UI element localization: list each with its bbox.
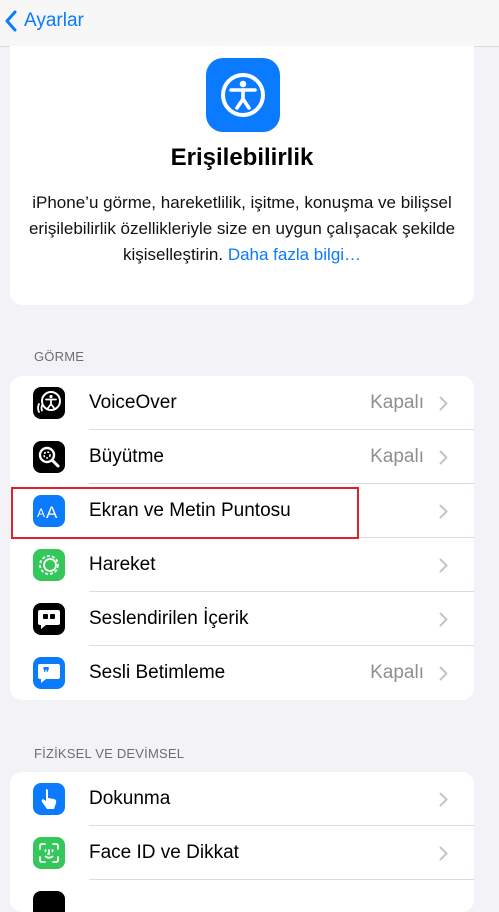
page-title: Erişilebilirlik (170, 144, 314, 171)
row-label: VoiceOver (89, 392, 177, 413)
physical-settings-group: Dokunma Face ID ve Dikkat (10, 772, 474, 912)
row-label: Hareket (89, 554, 156, 575)
row-label: Ekran ve Metin Puntosu (89, 500, 291, 521)
row-value: Kapalı (370, 392, 424, 413)
chevron-right-icon (439, 666, 448, 681)
learn-more-link[interactable]: Daha fazla bilgi… (228, 245, 361, 264)
partially-visible-icon (33, 891, 65, 912)
row-touch[interactable]: Dokunma (10, 772, 474, 826)
row-voiceover[interactable]: VoiceOver Kapalı (10, 376, 474, 430)
back-label: Ayarlar (24, 10, 84, 31)
chevron-right-icon (439, 792, 448, 807)
chevron-right-icon (439, 450, 448, 465)
motion-icon (33, 549, 65, 581)
text-size-icon: A A (33, 495, 65, 527)
spoken-content-icon (33, 603, 65, 635)
svg-text:A: A (37, 506, 45, 520)
chevron-right-icon (439, 558, 448, 573)
zoom-icon (33, 441, 65, 473)
section-header-physical: FİZİKSEL VE DEVİMSEL (34, 746, 185, 761)
svg-text:A: A (46, 503, 58, 521)
row-zoom[interactable]: Büyütme Kapalı (10, 430, 474, 484)
section-header-vision: GÖRME (34, 349, 85, 364)
row-label: Dokunma (89, 788, 171, 809)
row-label: Seslendirilen İçerik (89, 608, 249, 629)
chevron-left-icon (5, 10, 17, 32)
row-face-id[interactable]: Face ID ve Dikkat (10, 826, 474, 880)
row-motion[interactable]: Hareket (10, 538, 474, 592)
row-label: Sesli Betimleme (89, 662, 226, 683)
row-partial[interactable] (10, 880, 474, 912)
accessibility-header-card: Erişilebilirlik iPhone’u görme, hareketl… (10, 46, 474, 305)
row-value: Kapalı (370, 662, 424, 683)
accessibility-icon (206, 58, 280, 132)
row-audio-descriptions[interactable]: ❞ Sesli Betimleme Kapalı (10, 646, 474, 700)
svg-text:❞: ❞ (43, 665, 49, 679)
navigation-bar: Ayarlar (0, 0, 499, 47)
face-id-icon (33, 837, 65, 869)
row-label: Face ID ve Dikkat (89, 842, 239, 863)
chevron-right-icon (439, 846, 448, 861)
chevron-right-icon (439, 396, 448, 411)
row-display-text-size[interactable]: A A Ekran ve Metin Puntosu (10, 484, 474, 538)
voiceover-icon (33, 387, 65, 419)
touch-icon (33, 783, 65, 815)
page-description: iPhone’u görme, hareketlilik, işitme, ko… (24, 190, 460, 268)
chevron-right-icon (439, 504, 448, 519)
back-button[interactable]: Ayarlar (4, 7, 84, 35)
row-spoken-content[interactable]: Seslendirilen İçerik (10, 592, 474, 646)
row-value: Kapalı (370, 446, 424, 467)
row-label: Büyütme (89, 446, 164, 467)
vision-settings-group: VoiceOver Kapalı Büyütme Kapalı A A Ekra… (10, 376, 474, 700)
audio-description-icon: ❞ (33, 657, 65, 689)
chevron-right-icon (439, 612, 448, 627)
